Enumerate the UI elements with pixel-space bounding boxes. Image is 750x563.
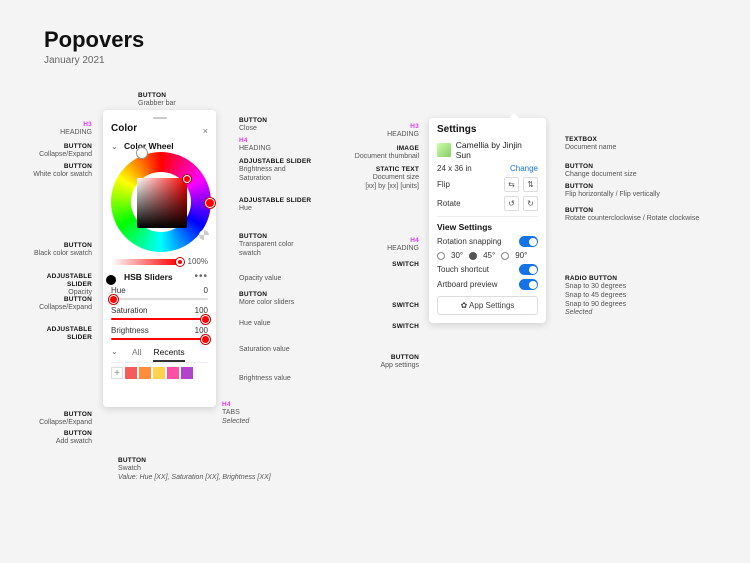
swatch[interactable] (139, 367, 151, 379)
rotate-label: Rotate (437, 199, 461, 208)
ann: BUTTONWhite color swatch (32, 163, 92, 180)
ann: BUTTONCollapse/Expand (32, 296, 92, 313)
opacity-knob[interactable] (176, 258, 184, 266)
doc-size: 24 x 36 in (437, 164, 472, 173)
ann: H4HEADING (239, 137, 271, 154)
sat-slider[interactable] (111, 318, 208, 320)
ann: RADIO BUTTONSnap to 30 degrees Snap to 4… (565, 275, 645, 318)
ann: BUTTONClose (239, 117, 267, 134)
tab-recents[interactable]: Recents (153, 347, 184, 362)
ann: BUTTONMore color sliders (239, 291, 309, 308)
hue-ring-marker[interactable] (205, 198, 215, 208)
bri-slider[interactable] (111, 338, 208, 340)
swatch[interactable] (153, 367, 165, 379)
flip-vertical-icon[interactable]: ⇅ (523, 177, 538, 192)
sat-value: 100 (195, 306, 208, 315)
ann: BUTTONBlack color swatch (32, 242, 92, 259)
bri-label: Brightness (111, 326, 149, 335)
snap-label: Rotation snapping (437, 237, 502, 246)
ann: BUTTONChange document size (565, 163, 637, 180)
white-swatch[interactable] (137, 148, 147, 158)
color-wheel-label: Color Wheel (124, 141, 174, 151)
hue-slider[interactable] (111, 298, 208, 300)
ann: STATIC TEXTDocument size [xx] by [xx] [u… (349, 166, 419, 192)
flip-label: Flip (437, 180, 450, 189)
settings-heading: Settings (437, 124, 538, 135)
document-name[interactable]: Camellia by Jinjin Sun (456, 140, 538, 160)
close-icon[interactable]: × (203, 126, 208, 136)
document-thumbnail (437, 143, 451, 157)
transparent-swatch[interactable] (199, 230, 209, 240)
swatch[interactable] (181, 367, 193, 379)
color-heading: Color (111, 123, 137, 134)
ann: BUTTONTransparent color swatch (239, 233, 309, 259)
collapse-swatches[interactable]: ⌄ (111, 347, 120, 362)
app-settings-button[interactable]: ✿ App Settings (437, 296, 538, 315)
change-size-button[interactable]: Change (510, 164, 538, 173)
snap-switch[interactable] (519, 236, 538, 247)
ann: BUTTONCollapse/Expand (32, 143, 92, 160)
add-swatch-button[interactable]: + (111, 367, 123, 379)
opacity-slider[interactable] (111, 259, 178, 265)
ann: H4TABSSelected (222, 401, 249, 427)
page-title: Popovers (44, 27, 144, 53)
more-sliders-button[interactable]: ••• (194, 271, 208, 282)
ann: BUTTONCollapse/Expand (20, 411, 92, 428)
ann: IMAGEDocument thumbnail (349, 145, 419, 162)
bri-value: 100 (195, 326, 208, 335)
hsb-label: HSB Sliders (124, 272, 173, 282)
artboard-label: Artboard preview (437, 280, 497, 289)
artboard-switch[interactable] (519, 279, 538, 290)
ann: H3HEADING (369, 123, 419, 140)
radio-90[interactable] (501, 252, 509, 260)
ann: Opacity value (239, 275, 281, 284)
flip-horizontal-icon[interactable]: ⇆ (504, 177, 519, 192)
ann: SWITCH (369, 302, 419, 310)
ann: BUTTONApp settings (359, 354, 419, 371)
ann: ADJUSTABLE SLIDERHue (239, 197, 311, 214)
ann: BUTTONAdd swatch (20, 430, 92, 447)
black-swatch[interactable] (106, 275, 116, 285)
hue-value: 0 (204, 286, 208, 295)
color-wheel[interactable] (111, 152, 211, 252)
ann: BUTTONGrabber bar (138, 92, 176, 109)
radio-45[interactable] (469, 252, 477, 260)
tab-all[interactable]: All (132, 347, 141, 362)
view-settings-heading: View Settings (437, 222, 538, 232)
touch-label: Touch shortcut (437, 265, 489, 274)
ann: SWITCH (369, 261, 419, 269)
rotate-ccw-icon[interactable]: ↺ (504, 196, 519, 211)
ann: BUTTONSwatchValue: Hue [XX], Saturation … (118, 457, 271, 483)
ann: H4HEADING (369, 237, 419, 254)
rotate-cw-icon[interactable]: ↻ (523, 196, 538, 211)
saturation-box[interactable] (137, 178, 187, 228)
radio-30[interactable] (437, 252, 445, 260)
collapse-color-wheel[interactable]: ⌄ (111, 142, 120, 151)
opacity-value: 100% (188, 257, 208, 266)
swatch[interactable] (125, 367, 137, 379)
hue-label: Hue (111, 286, 126, 295)
ann: Saturation value (239, 346, 290, 355)
ann: ADJUSTABLE SLIDEROpacity (32, 273, 92, 298)
ann: TEXTBOXDocument name (565, 136, 616, 153)
grabber-bar[interactable] (153, 117, 167, 119)
touch-switch[interactable] (519, 264, 538, 275)
ann: Hue value (239, 320, 271, 329)
sat-label: Saturation (111, 306, 147, 315)
color-popover: Color × ⌄ Color Wheel 100% ⌄ HSB Sliders… (103, 110, 216, 407)
settings-popover: Settings Camellia by Jinjin Sun 24 x 36 … (429, 118, 546, 323)
ann: SWITCH (369, 323, 419, 331)
ann: H3HEADING (32, 121, 92, 138)
ann: BUTTONRotate counterclockwise / Rotate c… (565, 207, 705, 224)
ann: Brightness value (239, 375, 291, 384)
swatch[interactable] (167, 367, 179, 379)
snap-radios: 30° 45° 90° (437, 251, 538, 260)
ann: BUTTONFlip horizontally / Flip verticall… (565, 183, 685, 200)
ann: ADJUSTABLE SLIDER (32, 326, 92, 342)
page-date: January 2021 (44, 55, 105, 66)
ann: ADJUSTABLE SLIDERBrightness and Saturati… (239, 158, 319, 184)
